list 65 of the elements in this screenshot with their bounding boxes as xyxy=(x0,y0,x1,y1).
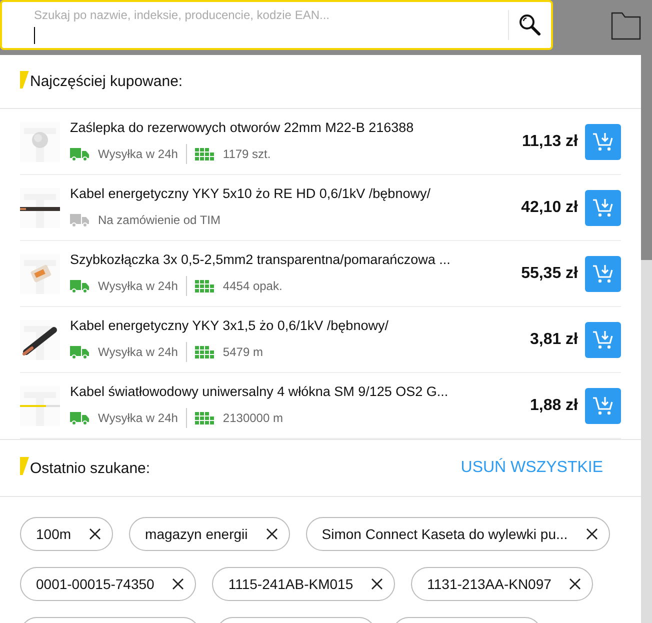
price: 55,35 zł xyxy=(521,264,578,282)
chip-label[interactable]: Simon Connect Kaseta do wylewki pu... xyxy=(322,526,568,542)
chip-label[interactable]: 0001-00015-74350 xyxy=(36,576,154,592)
product-row[interactable]: Szybkozłączka 3x 0,5-2,5mm2 transparentna/pomarańczowa ... Wysyłka w 24h 4454 opak. 55,35 zł xyxy=(20,241,621,307)
search-chip[interactable]: 100m xyxy=(20,517,114,551)
search-chip[interactable]: 1115-241AB-KM015 xyxy=(212,567,396,601)
cart-icon xyxy=(592,396,614,416)
search-icon xyxy=(518,13,542,37)
close-icon[interactable] xyxy=(89,528,102,540)
add-to-cart-button[interactable] xyxy=(585,256,621,292)
cart-icon xyxy=(592,330,614,350)
search-bar[interactable]: Szukaj po nazwie, indeksie, producencie, kodzie EAN... xyxy=(0,0,553,50)
stock-quantity: 2130000 m xyxy=(222,410,283,424)
price: 11,13 zł xyxy=(522,132,578,150)
add-to-cart-button[interactable] xyxy=(585,190,621,226)
product-name[interactable]: Szybkozłączka 3x 0,5-2,5mm2 transparentna/pomarańczowa ... xyxy=(70,252,512,266)
stock-icon xyxy=(194,146,215,160)
add-to-cart-button[interactable] xyxy=(585,388,621,424)
close-icon[interactable] xyxy=(172,578,184,590)
text-cursor xyxy=(34,26,35,44)
chip-label[interactable]: magazyn energii xyxy=(145,526,248,542)
product-name[interactable]: Kabel energetyczny YKY 3x1,5 żo 0,6/1kV /bębnowy/ xyxy=(70,318,520,332)
search-chip[interactable]: magazyn energii xyxy=(129,517,290,551)
delivery-text: Wysyłka w 24h xyxy=(98,278,178,292)
folder-icon[interactable] xyxy=(611,10,641,40)
flag-icon xyxy=(20,457,29,475)
product-name[interactable]: Kabel światłowodowy uniwersalny 4 włókna SM 9/125 OS2 G... xyxy=(70,384,520,398)
product-row[interactable]: Zaślepka do rezerwowych otworów 22mm M22-B 216388 Wysyłka w 24h 1179 szt. 11,13 zł xyxy=(20,109,621,175)
search-chip[interactable]: 0001-00015-74350 xyxy=(20,567,196,601)
stock-icon xyxy=(194,410,215,424)
close-icon[interactable] xyxy=(371,578,384,590)
stock-icon xyxy=(194,344,215,358)
scrollbar[interactable] xyxy=(641,55,652,623)
delivery-text: Wysyłka w 24h xyxy=(98,344,178,358)
search-chip[interactable]: 1131-213AA-KN097 xyxy=(411,567,594,601)
stock-quantity: 4454 opak. xyxy=(222,278,282,292)
stock-quantity: 5479 m xyxy=(222,344,263,358)
chip-label[interactable]: 1115-241AB-KM015 xyxy=(228,576,354,592)
section-title: Ostatnio szukane: xyxy=(30,460,150,476)
chip-label[interactable]: 1131-213AA-KN097 xyxy=(427,576,552,592)
close-icon[interactable] xyxy=(569,578,582,590)
price: 1,88 zł xyxy=(530,396,578,414)
stock-quantity: 1179 szt. xyxy=(222,146,271,160)
delivery-text: Wysyłka w 24h xyxy=(98,410,178,424)
section-title: Najczęściej kupowane: xyxy=(30,73,183,90)
flag-icon xyxy=(20,70,29,88)
delivery-text: Wysyłka w 24h xyxy=(98,146,178,160)
delivery-text: Na zamówienie od TIM xyxy=(98,212,220,226)
product-name[interactable]: Zaślepka do rezerwowych otworów 22mm M22-B 216388 xyxy=(70,120,512,134)
product-name[interactable]: Kabel energetyczny YKY 5x10 żo RE HD 0,6/1kV /bębnowy/ xyxy=(70,186,512,200)
cart-icon xyxy=(592,264,614,284)
close-icon[interactable] xyxy=(266,528,278,540)
cart-icon xyxy=(592,198,614,218)
close-icon[interactable] xyxy=(586,528,598,540)
add-to-cart-button[interactable] xyxy=(585,322,621,358)
price: 3,81 zł xyxy=(530,330,578,348)
product-row[interactable]: Kabel światłowodowy uniwersalny 4 włókna SM 9/125 OS2 G... Wysyłka w 24h 2130000 m 1,88 zł xyxy=(20,373,621,439)
cart-icon xyxy=(592,132,614,152)
add-to-cart-button[interactable] xyxy=(585,124,621,160)
product-row[interactable]: Kabel energetyczny YKY 3x1,5 żo 0,6/1kV /bębnowy/ Wysyłka w 24h 5479 m 3,81 zł xyxy=(20,307,621,373)
stock-icon xyxy=(194,278,215,292)
product-row[interactable]: Kabel energetyczny YKY 5x10 żo RE HD 0,6/1kV /bębnowy/ Na zamówienie od TIM 42,10 zł xyxy=(20,175,621,241)
search-chip[interactable]: Simon Connect Kaseta do wylewki pu... xyxy=(306,517,610,551)
price: 42,10 zł xyxy=(521,198,578,216)
chip-label[interactable]: 100m xyxy=(36,526,72,542)
